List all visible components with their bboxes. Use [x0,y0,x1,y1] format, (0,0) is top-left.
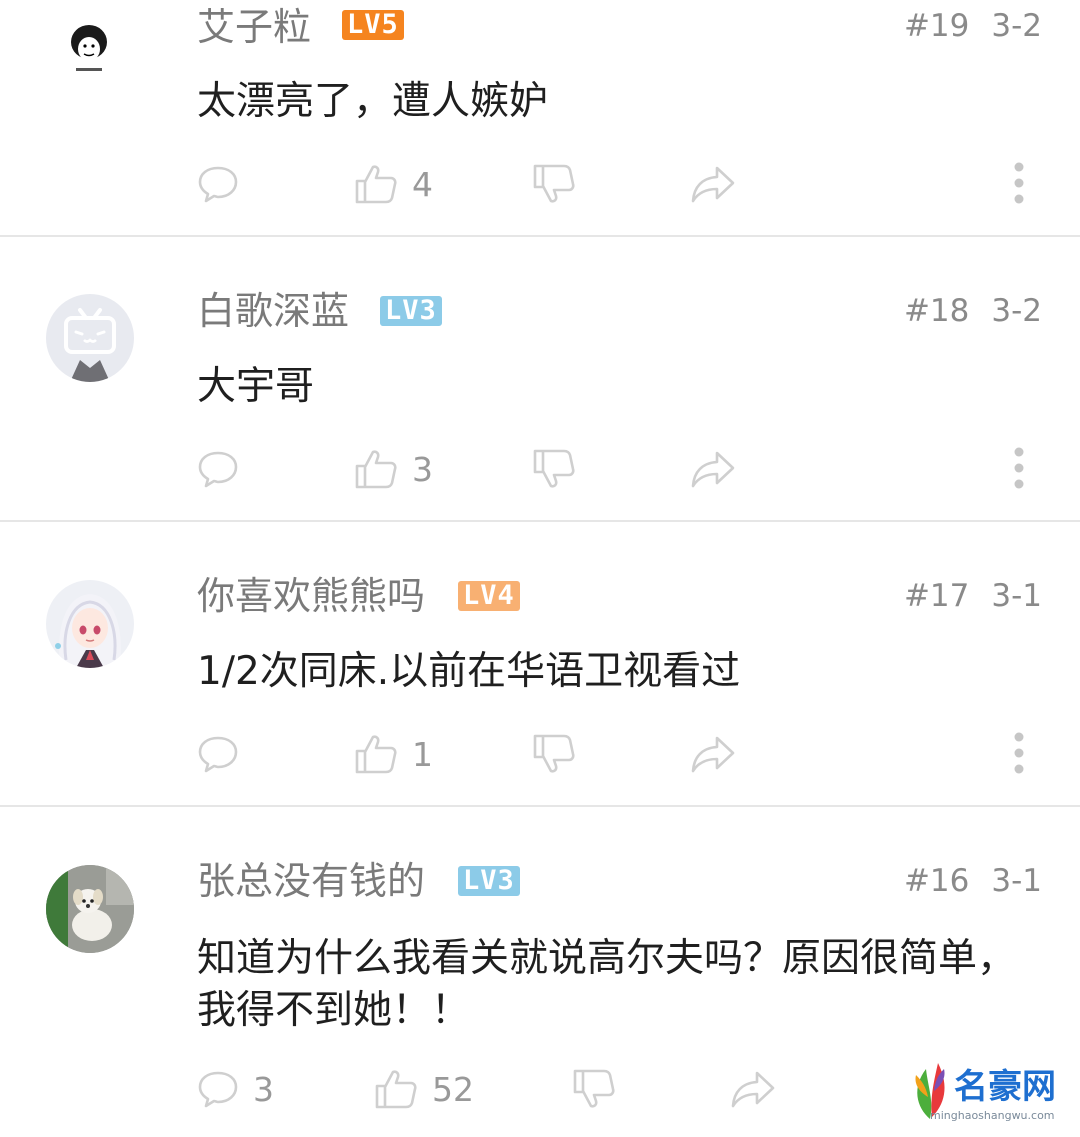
comment-meta: #17 3-1 [904,578,1042,614]
share-arrow-icon [691,166,735,203]
comment-text: 大宇哥 [197,364,315,409]
share-button[interactable] [690,159,736,209]
level-badge: LV4 [458,581,520,611]
like-count: 3 [412,449,433,489]
watermark-text: 名豪网 [954,1067,1056,1107]
comment-bubble-icon [198,736,238,773]
username[interactable]: 你喜欢熊熊吗 [197,577,425,615]
comment-date: 3-1 [991,863,1042,899]
comment-actions: 3 [0,444,1080,494]
share-button[interactable] [690,729,736,779]
floor-number: #19 [903,8,970,44]
comment-text: 太漂亮了，遭人嫉妒 [197,79,549,124]
share-button[interactable] [730,1064,776,1114]
like-count: 1 [412,734,433,774]
reply-button[interactable]: 3 [197,1064,274,1114]
avatar[interactable] [46,294,134,382]
dislike-button[interactable] [532,444,576,494]
like-count: 4 [412,164,433,204]
floor-number: #18 [903,293,970,329]
watermark-url: minghaoshangwu.com [930,1109,1055,1122]
comment-meta: #16 3-1 [904,863,1042,899]
share-arrow-icon [731,1071,775,1108]
username[interactable]: 白歌深蓝 [197,292,349,330]
share-button[interactable] [690,444,736,494]
comment-text: 知道为什么我看关就说高尔夫吗？原因很简单，我得不到她！！ [197,936,1017,1033]
comment-actions: 1 [0,729,1080,779]
avatar[interactable] [52,12,126,86]
comment-item: 艾子粒 LV5 #19 3-2 太漂亮了，遭人嫉妒 4 [0,0,1080,237]
comment-item: 白歌深蓝 LV3 #18 3-2 大宇哥 3 [0,237,1080,522]
comment-date: 3-1 [991,578,1042,614]
dislike-button[interactable] [532,729,576,779]
thumbs-down-icon [573,1069,615,1108]
reply-button[interactable] [197,729,253,779]
share-arrow-icon [691,451,735,488]
floor-number: #17 [903,578,970,614]
avatar[interactable] [46,865,134,953]
username[interactable]: 艾子粒 [197,8,311,46]
comment-bubble-icon [198,1071,238,1108]
comment-bubble-icon [198,451,238,488]
level-badge: LV5 [342,10,404,40]
site-watermark: 名豪网 minghaoshangwu.com [908,1057,1058,1127]
thumbs-down-icon [533,164,575,203]
thumbs-up-icon [375,1070,417,1109]
dislike-button[interactable] [572,1064,616,1114]
more-vertical-icon[interactable] [1013,446,1025,490]
comment-bubble-icon [198,166,238,203]
comment-date: 3-2 [991,8,1042,44]
thumbs-up-icon [355,165,397,204]
reply-button[interactable] [197,159,253,209]
share-arrow-icon [691,736,735,773]
like-button[interactable]: 3 [354,444,433,494]
thumbs-up-icon [355,735,397,774]
comment-text: 1/2次同床.以前在华语卫视看过 [197,649,741,694]
username[interactable]: 张总没有钱的 [197,862,425,900]
level-badge: LV3 [458,866,520,896]
dislike-button[interactable] [532,159,576,209]
more-vertical-icon[interactable] [1013,161,1025,205]
reply-button[interactable] [197,444,253,494]
level-badge: LV3 [380,296,442,326]
comment-meta: #18 3-2 [904,293,1042,329]
floor-number: #16 [903,863,970,899]
comment-item: 你喜欢熊熊吗 LV4 #17 3-1 1/2次同床.以前在华语卫视看过 1 [0,522,1080,807]
reply-count: 3 [253,1069,274,1109]
like-count: 52 [432,1069,474,1109]
like-button[interactable]: 52 [374,1064,474,1114]
comment-date: 3-2 [991,293,1042,329]
like-button[interactable]: 4 [354,159,433,209]
comment-actions: 4 [0,159,1080,209]
comment-meta: #19 3-2 [904,8,1042,44]
thumbs-up-icon [355,450,397,489]
more-vertical-icon[interactable] [1013,731,1025,775]
like-button[interactable]: 1 [354,729,433,779]
thumbs-down-icon [533,449,575,488]
avatar[interactable] [46,580,134,668]
thumbs-down-icon [533,734,575,773]
